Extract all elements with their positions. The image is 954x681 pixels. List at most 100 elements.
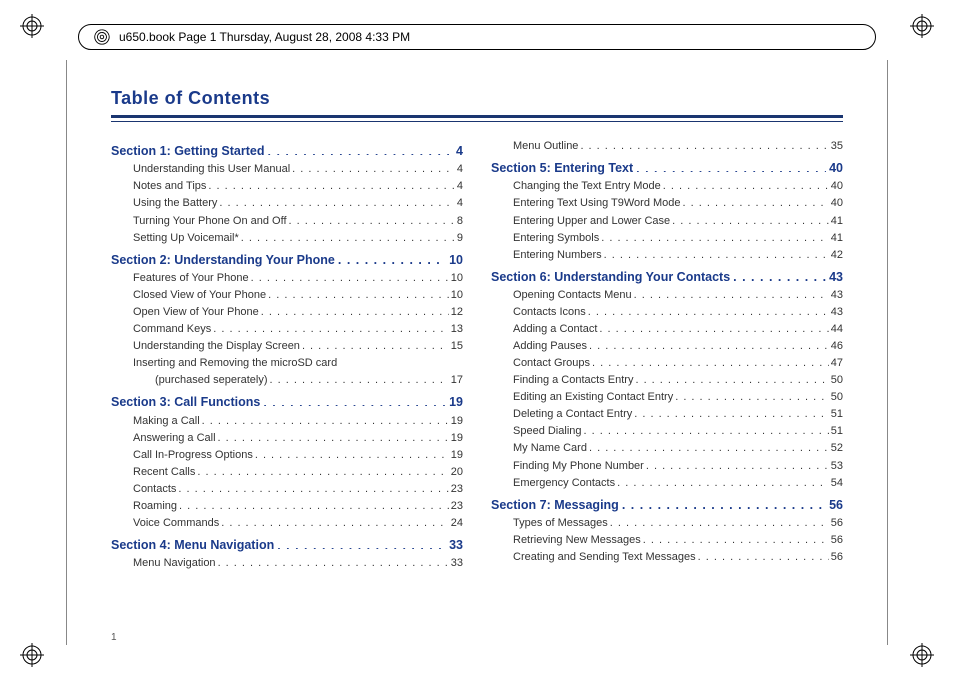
- toc-entry-label: Menu Navigation: [133, 555, 216, 572]
- toc-leader-dots: [255, 447, 449, 458]
- toc-leader-dots: [599, 321, 828, 332]
- toc-page-number: 44: [831, 321, 843, 338]
- toc-entry-label: Deleting a Contact Entry: [513, 406, 632, 423]
- toc-entry: Notes and Tips4: [111, 178, 463, 195]
- toc-entry-label: Contacts: [133, 481, 176, 498]
- toc-entry: Understanding the Display Screen 15: [111, 338, 463, 355]
- toc-page-number: 50: [831, 389, 843, 406]
- toc-section-heading: Section 2: Understanding Your Phone10: [111, 251, 463, 270]
- toc-entry-label: Creating and Sending Text Messages: [513, 549, 696, 566]
- toc-entry: Menu Outline35: [491, 138, 843, 155]
- toc-entry-label: Contacts Icons: [513, 304, 586, 321]
- toc-leader-dots: [634, 406, 829, 417]
- toc-leader-dots: [636, 160, 826, 173]
- toc-entry: Command Keys 13: [111, 321, 463, 338]
- toc-entry: Adding a Contact 44: [491, 321, 843, 338]
- toc-page-number: 10: [449, 251, 463, 270]
- toc-entry-label: Notes and Tips: [133, 178, 206, 195]
- toc-leader-dots: [218, 555, 449, 566]
- toc-leader-dots: [643, 532, 829, 543]
- toc-page-number: 50: [831, 372, 843, 389]
- toc-page-number: 43: [829, 268, 843, 287]
- toc-section-heading: Section 4: Menu Navigation33: [111, 536, 463, 555]
- toc-entry-label: Changing the Text Entry Mode: [513, 178, 661, 195]
- toc-page-number: 51: [831, 406, 843, 423]
- toc-page-number: 40: [831, 195, 843, 212]
- toc-entry: Menu Navigation33: [111, 555, 463, 572]
- toc-leader-dots: [277, 537, 446, 550]
- toc-entry: Contact Groups47: [491, 355, 843, 372]
- toc-page-number: 51: [831, 423, 843, 440]
- toc-page-number: 20: [451, 464, 463, 481]
- toc-leader-dots: [580, 138, 828, 149]
- toc-leader-dots: [589, 440, 829, 451]
- toc-page-number: 56: [829, 496, 843, 515]
- toc-entry: Types of Messages56: [491, 515, 843, 532]
- toc-entry: Retrieving New Messages56: [491, 532, 843, 549]
- toc-entry: Closed View of Your Phone10: [111, 287, 463, 304]
- toc-page-number: 4: [456, 142, 463, 161]
- toc-entry: Opening Contacts Menu43: [491, 287, 843, 304]
- crop-mark-icon: [20, 643, 44, 667]
- toc-page-number: 56: [831, 549, 843, 566]
- page-content: Table of Contents Section 1: Getting Sta…: [66, 60, 888, 645]
- toc-leader-dots: [261, 304, 449, 315]
- toc-section-label: Section 7: Messaging: [491, 496, 619, 515]
- toc-section-label: Section 5: Entering Text: [491, 159, 633, 178]
- toc-leader-dots: [268, 143, 454, 156]
- toc-leader-dots: [617, 475, 829, 486]
- toc-section-label: Section 6: Understanding Your Contacts: [491, 268, 730, 287]
- toc-leader-dots: [601, 230, 829, 241]
- toc-leader-dots: [588, 304, 829, 315]
- toc-page-number: 9: [457, 230, 463, 247]
- toc-leader-dots: [733, 268, 826, 281]
- toc-entry-label: Entering Text Using T9Word Mode: [513, 195, 681, 212]
- toc-leader-dots: [270, 372, 449, 383]
- toc-leader-dots: [292, 161, 455, 172]
- toc-page-number: 56: [831, 532, 843, 549]
- toc-entry-label: Finding My Phone Number: [513, 458, 644, 475]
- toc-entry-label: Editing an Existing Contact Entry: [513, 389, 673, 406]
- toc-entry-label: Making a Call: [133, 413, 200, 430]
- toc-page-number: 4: [457, 161, 463, 178]
- toc-leader-dots: [263, 394, 446, 407]
- toc-entry-label: Emergency Contacts: [513, 475, 615, 492]
- toc-entry-label: Understanding the Display Screen: [133, 338, 300, 355]
- toc-entry-label: My Name Card: [513, 440, 587, 457]
- toc-entry-label: Command Keys: [133, 321, 211, 338]
- toc-leader-dots: [219, 195, 455, 206]
- toc-entry: Voice Commands24: [111, 515, 463, 532]
- toc-entry-label: Adding a Contact: [513, 321, 597, 338]
- toc-entry: Understanding this User Manual4: [111, 161, 463, 178]
- toc-leader-dots: [584, 423, 829, 434]
- toc-entry: Emergency Contacts54: [491, 475, 843, 492]
- toc-page-number: 17: [451, 372, 463, 389]
- toc-page-number: 19: [451, 447, 463, 464]
- header-text: u650.book Page 1 Thursday, August 28, 20…: [119, 30, 410, 44]
- crop-mark-icon: [20, 14, 44, 38]
- toc-entry-label: Finding a Contacts Entry: [513, 372, 633, 389]
- toc-section-heading: Section 5: Entering Text 40: [491, 159, 843, 178]
- toc-entry: Answering a Call19: [111, 430, 463, 447]
- toc-entry: Call In-Progress Options19: [111, 447, 463, 464]
- toc-page-number: 13: [451, 321, 463, 338]
- toc-page-number: 43: [831, 287, 843, 304]
- toc-leader-dots: [268, 287, 449, 298]
- toc-entry: Entering Upper and Lower Case41: [491, 213, 843, 230]
- toc-leader-dots: [179, 498, 449, 509]
- toc-page-number: 40: [829, 159, 843, 178]
- toc-leader-dots: [251, 270, 449, 281]
- toc-entry-label: Entering Numbers: [513, 247, 602, 264]
- toc-entry-label: Roaming: [133, 498, 177, 515]
- toc-page-number: 15: [451, 338, 463, 355]
- toc-page-number: 53: [831, 458, 843, 475]
- toc-entry: Using the Battery4: [111, 195, 463, 212]
- toc-leader-dots: [635, 372, 828, 383]
- document-header-bar: u650.book Page 1 Thursday, August 28, 20…: [78, 24, 876, 50]
- toc-leader-dots: [663, 178, 829, 189]
- toc-entry-label: Contact Groups: [513, 355, 590, 372]
- toc-leader-dots: [672, 213, 829, 224]
- toc-entry: Finding My Phone Number 53: [491, 458, 843, 475]
- toc-page-number: 19: [451, 413, 463, 430]
- toc-leader-dots: [675, 389, 829, 400]
